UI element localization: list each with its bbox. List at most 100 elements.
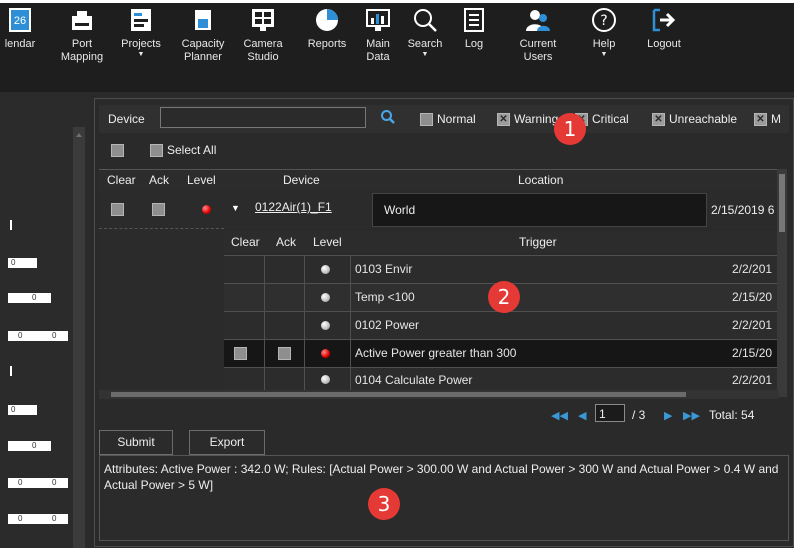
- ack-cell: [265, 368, 305, 390]
- clear-cell: [224, 284, 265, 311]
- alarm-date: 2/15/2019 6: [711, 203, 775, 217]
- outer-row-left-cells: [99, 190, 224, 390]
- level-indicator-normal: [321, 293, 330, 302]
- trigger-table-header: [224, 231, 777, 253]
- ack-cell: [265, 284, 305, 311]
- ack-checkbox[interactable]: [152, 203, 165, 216]
- clear-checkbox[interactable]: [111, 203, 124, 216]
- level-indicator-critical: [202, 205, 211, 214]
- toolbar-search[interactable]: Search ▼: [404, 6, 446, 59]
- toolbar-log[interactable]: Log: [456, 6, 492, 51]
- callout-badge-3: 3: [368, 488, 400, 520]
- clear-cell: [224, 368, 265, 390]
- select-all-checkbox[interactable]: [150, 144, 163, 157]
- col-ack: Ack: [276, 235, 297, 249]
- toolbar-label: Camera Studio: [243, 38, 283, 63]
- left-value: 0: [32, 293, 37, 302]
- port-mapping-icon: [69, 6, 95, 34]
- toolbar-logout[interactable]: Logout: [644, 6, 684, 51]
- callout-badge-1: 1: [554, 113, 586, 145]
- attributes-text: Attributes: Active Power : 342.0 W; Rule…: [104, 462, 779, 492]
- expand-chevron-icon[interactable]: ▼: [231, 203, 240, 213]
- ack-checkbox[interactable]: [278, 347, 291, 360]
- status-label: Unreachable: [669, 112, 738, 126]
- attributes-panel: Attributes: Active Power : 342.0 W; Rule…: [99, 455, 789, 541]
- search-icon: [412, 6, 438, 34]
- status-checkbox-unreachable[interactable]: ✕: [652, 113, 665, 126]
- trigger-date: 2/2/201: [732, 318, 773, 332]
- left-value: 0: [52, 514, 57, 523]
- trigger-date: 2/15/20: [732, 346, 773, 360]
- first-page-icon[interactable]: ◀◀: [551, 409, 568, 422]
- col-ack: Ack: [149, 173, 170, 187]
- toolbar-help[interactable]: ? Help ▼: [586, 6, 622, 59]
- col-level: Level: [187, 173, 216, 187]
- toolbar-label: Main Data: [366, 38, 390, 63]
- toolbar-projects[interactable]: Projects ▼: [118, 6, 164, 59]
- logout-icon: [651, 6, 677, 34]
- main-data-icon: [365, 6, 391, 34]
- trigger-row[interactable]: 0102 Power 2/2/201: [224, 311, 777, 339]
- left-value: 0: [18, 478, 23, 487]
- trigger-row-selected[interactable]: Active Power greater than 300 2/15/20: [224, 339, 777, 367]
- clear-cell: [224, 256, 265, 283]
- trigger-name: 0102 Power: [355, 318, 420, 332]
- toolbar-label: Projects: [121, 38, 161, 50]
- toolbar-capacity-planner[interactable]: Capacity Planner: [178, 6, 228, 64]
- col-trigger: Trigger: [519, 235, 557, 249]
- left-value-pair: 0: [8, 441, 51, 451]
- col-level: Level: [313, 235, 342, 249]
- left-value-pair: 00: [8, 478, 68, 488]
- device-link[interactable]: 0122Air(1)_F1: [255, 200, 332, 214]
- header-checkbox[interactable]: [111, 144, 124, 157]
- toolbar-camera-studio[interactable]: Camera Studio: [240, 6, 286, 64]
- left-marker: [10, 366, 12, 376]
- device-input[interactable]: [160, 107, 366, 128]
- trigger-row[interactable]: 0104 Calculate Power 2/2/201: [224, 367, 777, 390]
- next-page-icon[interactable]: ▶: [664, 409, 672, 422]
- svg-text:?: ?: [600, 13, 607, 29]
- table-horizontal-scrollbar[interactable]: [99, 390, 779, 399]
- toolbar-main-data[interactable]: Main Data: [358, 6, 398, 64]
- clear-checkbox[interactable]: [234, 347, 247, 360]
- toolbar-label: Current Users: [519, 38, 557, 63]
- toolbar-label: Search: [407, 38, 443, 50]
- submit-button[interactable]: Submit: [99, 430, 173, 455]
- trigger-name: Active Power greater than 300: [355, 346, 517, 360]
- left-scrollbar[interactable]: [73, 127, 85, 548]
- col-clear: Clear: [107, 173, 136, 187]
- table-vertical-scrollbar[interactable]: [777, 169, 787, 397]
- status-label: Normal: [437, 112, 476, 126]
- status-checkbox-normal[interactable]: [420, 113, 433, 126]
- toolbar-label: Reports: [307, 38, 347, 50]
- status-checkbox-warning[interactable]: ✕: [497, 113, 510, 126]
- current-users-icon: [525, 6, 551, 34]
- page-input[interactable]: 1: [595, 404, 625, 422]
- status-label: M: [771, 112, 781, 126]
- level-indicator-normal: [321, 375, 330, 384]
- toolbar-reports[interactable]: Reports: [304, 6, 350, 51]
- status-checkbox-m[interactable]: ✕: [754, 113, 767, 126]
- prev-page-icon[interactable]: ◀: [578, 409, 586, 422]
- search-icon[interactable]: [380, 109, 396, 130]
- projects-icon: [128, 6, 154, 34]
- scrollbar-thumb[interactable]: [779, 174, 785, 232]
- help-icon: ?: [591, 6, 617, 34]
- scrollbar-thumb[interactable]: [111, 392, 686, 397]
- scroll-up-icon: [76, 133, 82, 137]
- left-value: 0: [18, 514, 23, 523]
- left-marker: [10, 220, 12, 230]
- toolbar-calendar[interactable]: 26 lendar: [0, 6, 40, 51]
- toolbar-port-mapping[interactable]: Port Mapping: [56, 6, 108, 64]
- toolbar-current-users[interactable]: Current Users: [513, 6, 563, 64]
- trigger-row[interactable]: 0103 Envir 2/2/201: [224, 255, 777, 283]
- toolbar-label: Logout: [647, 38, 681, 50]
- toolbar-label: Capacity Planner: [181, 38, 225, 63]
- toolbar-label: Port Mapping: [60, 38, 104, 63]
- last-page-icon[interactable]: ▶▶: [683, 409, 700, 422]
- status-label: Critical: [592, 112, 629, 126]
- trigger-date: 2/2/201: [732, 262, 773, 276]
- top-strip: [0, 0, 794, 3]
- left-value: 0: [32, 441, 37, 450]
- export-button[interactable]: Export: [189, 430, 265, 455]
